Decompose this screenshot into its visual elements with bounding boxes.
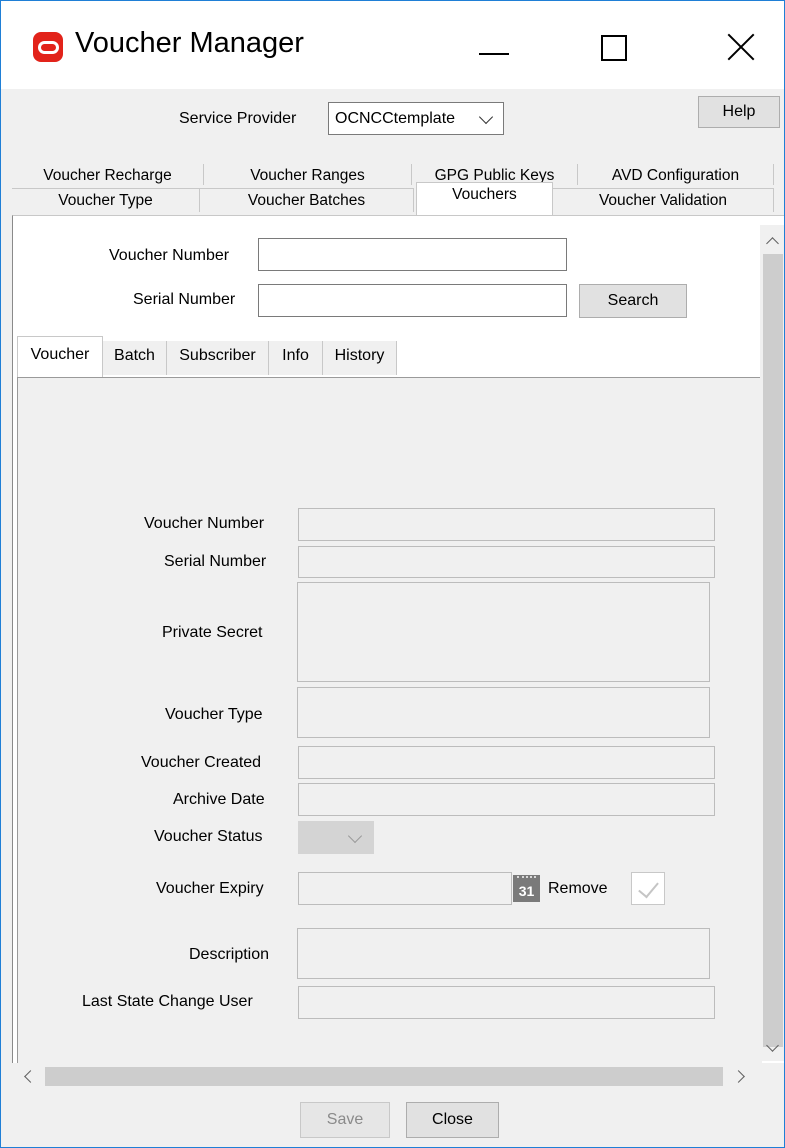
maximize-button[interactable]: [569, 15, 649, 79]
minimize-icon: [479, 53, 509, 55]
remove-label: Remove: [548, 880, 608, 897]
close-window-button[interactable]: [695, 15, 775, 79]
voucher-created-field: [298, 746, 715, 779]
tab-voucher-validation[interactable]: Voucher Validation: [553, 188, 774, 212]
voucher-status-select: [298, 821, 374, 854]
voucher-number-field: [298, 508, 715, 541]
description-label: Description: [189, 946, 270, 963]
save-button[interactable]: Save: [300, 1102, 390, 1138]
voucher-expiry-label: Voucher Expiry: [156, 880, 264, 897]
oracle-logo-icon: [33, 32, 63, 62]
window-title: Voucher Manager: [75, 27, 304, 59]
description-field: [297, 928, 710, 979]
voucher-manager-window: Voucher Manager Service Provider OCNCCte…: [0, 0, 785, 1148]
tab-voucher-recharge[interactable]: Voucher Recharge: [12, 164, 204, 185]
inner-tab-subscriber[interactable]: Subscriber: [167, 341, 269, 375]
archive-date-label: Archive Date: [173, 791, 265, 808]
calendar-icon[interactable]: 31: [513, 875, 540, 902]
voucher-number-label: Voucher Number: [144, 515, 265, 532]
help-button[interactable]: Help: [698, 96, 780, 128]
close-button[interactable]: Close: [406, 1102, 499, 1138]
service-provider-select[interactable]: OCNCCtemplate: [328, 102, 504, 135]
private-secret-label: Private Secret: [162, 624, 263, 641]
tab-voucher-type[interactable]: Voucher Type: [12, 188, 200, 212]
check-icon: [638, 876, 659, 899]
inner-tab-voucher[interactable]: Voucher: [17, 336, 103, 377]
search-voucher-number-label: Voucher Number: [109, 247, 230, 264]
tab-avd-configuration[interactable]: AVD Configuration: [578, 164, 774, 185]
inner-tab-batch[interactable]: Batch: [103, 341, 167, 375]
serial-number-field: [298, 546, 715, 578]
tab-vouchers[interactable]: Vouchers: [416, 182, 553, 215]
maximize-icon: [601, 35, 627, 61]
title-bar: Voucher Manager: [1, 1, 784, 89]
search-button[interactable]: Search: [579, 284, 687, 318]
inner-tab-info[interactable]: Info: [269, 341, 323, 375]
chevron-down-icon: [347, 828, 363, 844]
voucher-type-field: [297, 687, 710, 738]
vertical-scroll-thumb[interactable]: [763, 254, 783, 1047]
archive-date-field: [298, 783, 715, 816]
tab-voucher-ranges[interactable]: Voucher Ranges: [204, 164, 412, 185]
voucher-created-label: Voucher Created: [141, 754, 262, 771]
last-state-change-user-field: [298, 986, 715, 1019]
serial-number-input[interactable]: [258, 284, 567, 317]
voucher-type-label: Voucher Type: [165, 706, 263, 723]
remove-checkbox: [631, 872, 665, 905]
tab-voucher-batches[interactable]: Voucher Batches: [200, 188, 414, 212]
minimize-button[interactable]: [446, 15, 526, 79]
voucher-expiry-field: [298, 872, 512, 905]
service-provider-value: OCNCCtemplate: [335, 110, 456, 127]
close-icon: [725, 31, 757, 63]
horizontal-scroll-thumb[interactable]: [45, 1067, 723, 1086]
voucher-number-input[interactable]: [258, 238, 567, 271]
last-state-change-user-label: Last State Change User: [82, 993, 253, 1010]
private-secret-field: [297, 582, 710, 682]
inner-tab-history[interactable]: History: [323, 341, 397, 375]
serial-number-label: Serial Number: [164, 553, 267, 570]
search-serial-number-label: Serial Number: [133, 291, 236, 308]
chevron-down-icon: [478, 109, 494, 125]
service-provider-label: Service Provider: [179, 110, 297, 127]
voucher-status-label: Voucher Status: [154, 828, 263, 845]
